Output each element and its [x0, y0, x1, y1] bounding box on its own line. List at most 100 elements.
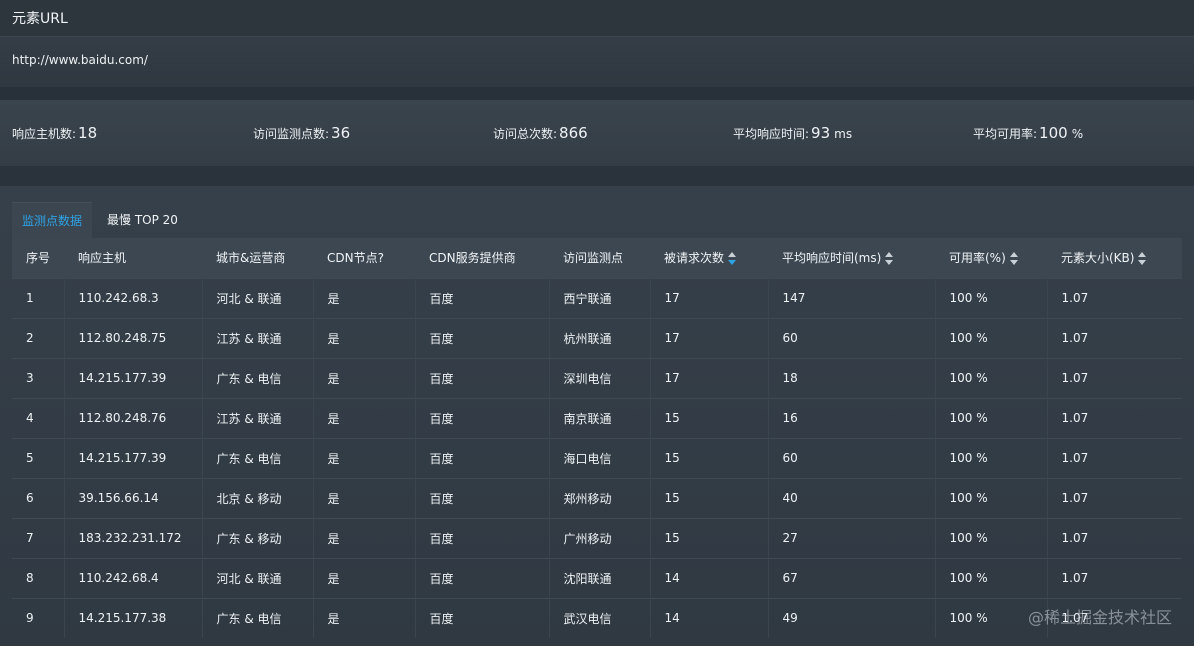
cell-size: 1.07 [1061, 571, 1089, 585]
cell-requests: 17 [650, 278, 769, 318]
tab-slowest-top20[interactable]: 最慢 TOP 20 [97, 202, 188, 238]
sort-icon[interactable] [1138, 252, 1147, 266]
tab-monitor-data[interactable]: 监测点数据 [12, 202, 92, 239]
cell-availability: 100 % [935, 478, 1048, 518]
cell-cdn: 是 [313, 438, 416, 478]
cell-point: 武汉电信 [549, 598, 651, 638]
cell-point: 杭州联通 [549, 318, 651, 358]
element-url-header: 元素URL [0, 0, 1194, 37]
cell-cdn: 是 [313, 358, 416, 398]
cell-requests: 15 [650, 398, 769, 438]
col-header-cdn: CDN节点? [327, 251, 384, 266]
cell-availability: 100 % [935, 358, 1048, 398]
cell-avg-time: 60 [768, 438, 936, 478]
cell-host: 14.215.177.39 [64, 438, 203, 478]
cell-provider: 百度 [415, 318, 550, 358]
cell-host: 112.80.248.75 [64, 318, 203, 358]
col-header-requests-label: 被请求次数 [664, 251, 725, 266]
cell-avg-time: 147 [768, 278, 936, 318]
cell-requests: 14 [650, 558, 769, 598]
cell-cdn: 是 [313, 518, 416, 558]
col-header-avg-time[interactable]: 平均响应时间(ms) [768, 238, 935, 278]
cell-availability: 100 % [935, 438, 1048, 478]
cell-requests: 17 [650, 318, 769, 358]
col-header-requests[interactable]: 被请求次数 [650, 238, 768, 278]
cell-host: 112.80.248.76 [64, 398, 203, 438]
col-header-availability-label: 可用率(%) [949, 251, 1006, 266]
cell-size: 1.07 [1061, 451, 1089, 465]
cell-host: 14.215.177.39 [64, 358, 203, 398]
element-url-value-row: http://www.baidu.com/ [0, 37, 1194, 87]
cell-avg-time: 49 [768, 598, 936, 638]
cell-city: 广东 & 移动 [202, 518, 314, 558]
cell-index: 3 [12, 358, 65, 398]
cell-cdn: 是 [313, 478, 416, 518]
stat-avg-time: 平均响应时间: 93 ms [733, 124, 852, 142]
cell-cdn: 是 [313, 398, 416, 438]
cell-point: 郑州移动 [549, 478, 651, 518]
table-row: 7 183.232.231.172 广东 & 移动 是 百度 广州移动 15 2… [12, 518, 1182, 558]
stat-availability-label: 平均可用率: [973, 127, 1038, 141]
cell-city: 北京 & 移动 [202, 478, 314, 518]
cell-requests: 17 [650, 358, 769, 398]
col-header-size[interactable]: 元素大小(KB) [1047, 238, 1182, 278]
cell-cdn: 是 [313, 318, 416, 358]
cell-size: 1.07 [1061, 491, 1089, 505]
cell-host: 39.156.66.14 [64, 478, 203, 518]
col-header-city: 城市&运营商 [216, 251, 286, 266]
cell-host: 110.242.68.4 [64, 558, 203, 598]
stat-visits: 访问总次数: 866 [493, 124, 588, 142]
cell-avg-time: 40 [768, 478, 936, 518]
table-header-row: 序号 响应主机 城市&运营商 CDN节点? CDN服务提供商 访问监测点 被请求… [12, 238, 1182, 278]
cell-point: 沈阳联通 [549, 558, 651, 598]
table-row: 8 110.242.68.4 河北 & 联通 是 百度 沈阳联通 14 67 1… [12, 558, 1182, 598]
col-header-availability[interactable]: 可用率(%) [935, 238, 1047, 278]
cell-size: 1.07 [1061, 411, 1089, 425]
table-row: 2 112.80.248.75 江苏 & 联通 是 百度 杭州联通 17 60 … [12, 318, 1182, 358]
cell-availability: 100 % [935, 318, 1048, 358]
cell-provider: 百度 [415, 598, 550, 638]
col-header-size-label: 元素大小(KB) [1061, 251, 1135, 266]
sort-icon[interactable] [885, 252, 894, 266]
cell-avg-time: 16 [768, 398, 936, 438]
monitor-table: 序号 响应主机 城市&运营商 CDN节点? CDN服务提供商 访问监测点 被请求… [12, 238, 1182, 638]
section-divider [0, 166, 1194, 186]
cell-city: 广东 & 电信 [202, 598, 314, 638]
sort-icon[interactable] [728, 252, 737, 266]
cell-provider: 百度 [415, 518, 550, 558]
table-row: 4 112.80.248.76 江苏 & 联通 是 百度 南京联通 15 16 … [12, 398, 1182, 438]
col-header-point: 访问监测点 [563, 251, 624, 266]
cell-index: 4 [12, 398, 65, 438]
stat-visits-label: 访问总次数: [493, 127, 558, 141]
cell-availability: 100 % [935, 518, 1048, 558]
stat-avg-time-unit: ms [834, 127, 853, 141]
stat-visits-value: 866 [559, 124, 588, 142]
stat-hosts: 响应主机数: 18 [12, 124, 97, 142]
cell-size: 1.07 [1061, 371, 1089, 385]
watermark: @稀土掘金技术社区 [1027, 608, 1172, 627]
sort-icon[interactable] [1009, 252, 1018, 266]
table-row: 5 14.215.177.39 广东 & 电信 是 百度 海口电信 15 60 … [12, 438, 1182, 478]
cell-cdn: 是 [313, 558, 416, 598]
cell-provider: 百度 [415, 278, 550, 318]
stat-avg-time-label: 平均响应时间: [733, 127, 810, 141]
cell-avg-time: 18 [768, 358, 936, 398]
cell-availability: 100 % [935, 558, 1048, 598]
cell-size: 1.07 [1061, 291, 1089, 305]
cell-size: 1.07 [1061, 531, 1089, 545]
cell-index: 6 [12, 478, 65, 518]
cell-point: 海口电信 [549, 438, 651, 478]
cell-index: 2 [12, 318, 65, 358]
cell-point: 西宁联通 [549, 278, 651, 318]
stat-avg-time-value: 93 [811, 124, 831, 142]
cell-city: 广东 & 电信 [202, 358, 314, 398]
data-panel: 监测点数据 最慢 TOP 20 序号 响应主机 城市&运营商 CDN节点? CD… [0, 186, 1194, 646]
cell-requests: 14 [650, 598, 769, 638]
cell-index: 9 [12, 598, 65, 638]
col-header-index: 序号 [26, 251, 51, 266]
cell-avg-time: 27 [768, 518, 936, 558]
cell-city: 河北 & 联通 [202, 558, 314, 598]
table-row: 1 110.242.68.3 河北 & 联通 是 百度 西宁联通 17 147 … [12, 278, 1182, 318]
cell-cdn: 是 [313, 278, 416, 318]
cell-provider: 百度 [415, 438, 550, 478]
